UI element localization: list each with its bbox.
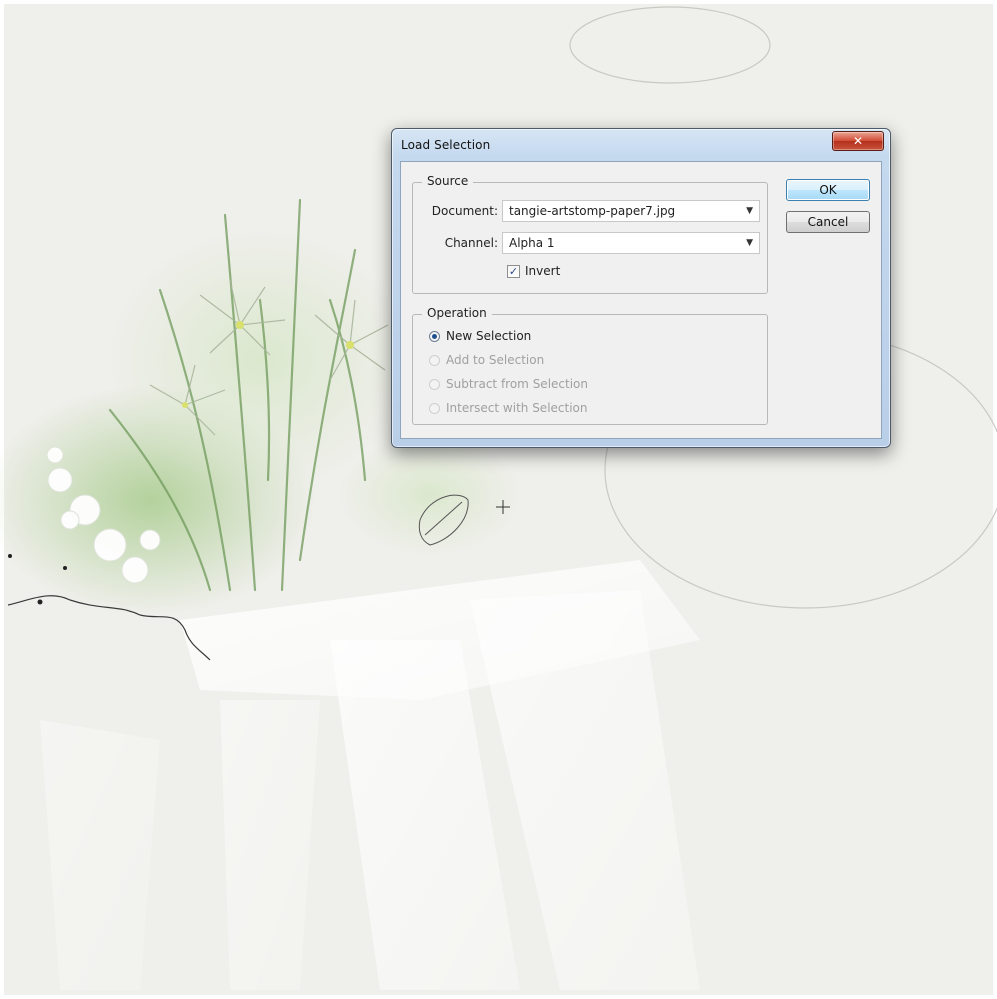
radio-label: Intersect with Selection [446, 401, 588, 415]
source-legend: Source [422, 174, 474, 188]
dialog-titlebar[interactable]: Load Selection ✕ [392, 129, 890, 161]
invert-label[interactable]: Invert [525, 264, 560, 278]
radio-label: Add to Selection [446, 353, 545, 367]
document-value: tangie-artstomp-paper7.jpg [509, 204, 676, 218]
document-select[interactable]: tangie-artstomp-paper7.jpg ▼ [502, 200, 760, 222]
close-icon: ✕ [852, 134, 864, 148]
operation-group: Operation New Selection Add to Selection… [412, 306, 768, 425]
radio-button[interactable] [429, 355, 440, 366]
radio-button[interactable] [429, 379, 440, 390]
radio-button[interactable] [429, 331, 440, 342]
channel-label: Channel: [444, 236, 498, 250]
source-group: Source Document: tangie-artstomp-paper7.… [412, 174, 768, 294]
radio-label: Subtract from Selection [446, 377, 588, 391]
operation-legend: Operation [422, 306, 492, 320]
cancel-button[interactable]: Cancel [786, 211, 870, 233]
chevron-down-icon: ▼ [746, 206, 753, 216]
chevron-down-icon: ▼ [746, 238, 753, 248]
checkmark-icon: ✓ [508, 265, 519, 278]
radio-button[interactable] [429, 403, 440, 414]
ok-button[interactable]: OK [786, 179, 870, 201]
document-label: Document: [431, 204, 498, 218]
channel-value: Alpha 1 [509, 236, 555, 250]
invert-checkbox[interactable]: ✓ [507, 265, 520, 278]
close-button[interactable]: ✕ [832, 131, 884, 151]
dialog-title: Load Selection [401, 138, 491, 152]
channel-select[interactable]: Alpha 1 ▼ [502, 232, 760, 254]
load-selection-dialog: Load Selection ✕ Source Document: tangie… [391, 128, 891, 448]
radio-label: New Selection [446, 329, 532, 343]
dialog-body: Source Document: tangie-artstomp-paper7.… [400, 161, 882, 439]
